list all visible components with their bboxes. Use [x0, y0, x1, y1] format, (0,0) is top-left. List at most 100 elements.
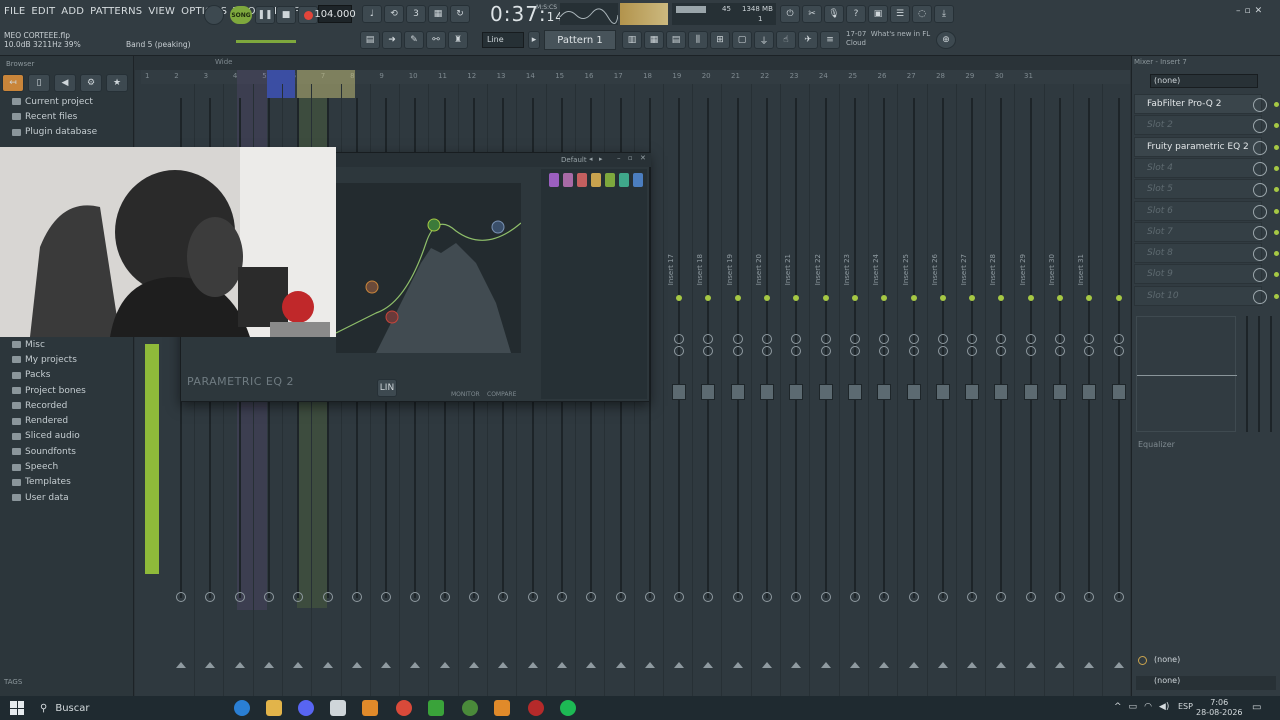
plugin-monitor-button[interactable]: MONITOR — [451, 391, 480, 398]
insert-label[interactable]: Insert 23 — [843, 254, 867, 285]
channel-active-led[interactable] — [998, 295, 1005, 301]
ruler-tick-label[interactable]: 28 — [936, 72, 945, 80]
playlist-icon[interactable]: ▥ — [622, 31, 642, 49]
stereo-knob-icon[interactable] — [791, 346, 802, 356]
route-arrow-icon[interactable] — [1025, 662, 1036, 668]
mixer-channel[interactable] — [1046, 84, 1074, 696]
route-knob-icon[interactable] — [351, 592, 362, 602]
stereo-knob-icon[interactable] — [674, 346, 685, 356]
channel-active-led[interactable] — [939, 295, 946, 301]
route-knob-icon[interactable] — [791, 592, 802, 602]
route-arrow-icon[interactable] — [205, 662, 216, 668]
route-knob-icon[interactable] — [879, 592, 890, 602]
insert-label[interactable]: Insert 28 — [989, 254, 1013, 285]
ruler-tick-label[interactable]: 14 — [526, 72, 535, 80]
channel-active-led[interactable] — [1086, 295, 1093, 301]
route-arrow-icon[interactable] — [644, 662, 655, 668]
slot-mix-knob-icon[interactable] — [1253, 119, 1267, 134]
channel-active-led[interactable] — [851, 295, 858, 301]
pan-knob-icon[interactable] — [1055, 334, 1065, 344]
slot-mix-knob-icon[interactable] — [1253, 161, 1267, 176]
route-knob-icon[interactable] — [967, 592, 978, 602]
stereo-knob-icon[interactable] — [967, 346, 978, 356]
menu-patterns[interactable]: PATTERNS — [90, 6, 142, 17]
save-icon[interactable]: ▣ — [868, 5, 888, 23]
ruler-tick-label[interactable]: 26 — [878, 72, 887, 80]
insert-label[interactable]: Insert 21 — [784, 254, 808, 285]
volume-fader[interactable] — [965, 384, 980, 400]
obs-icon[interactable] — [528, 700, 544, 716]
browser-item[interactable]: Speech — [0, 459, 134, 474]
countdown-icon[interactable]: 3 — [406, 5, 426, 23]
volume-fader[interactable] — [760, 384, 774, 400]
channel-active-led[interactable] — [1057, 295, 1063, 301]
mixer-channel[interactable] — [782, 84, 811, 696]
windows-start-icon[interactable] — [10, 701, 24, 715]
snap-select[interactable]: Line — [482, 32, 524, 48]
ruler-tick-label[interactable]: 13 — [497, 72, 506, 80]
ruler-tick-label[interactable]: 29 — [965, 72, 974, 80]
pan-knob-icon[interactable] — [732, 334, 743, 344]
browser-item[interactable]: Misc — [0, 337, 134, 352]
ruler-tick-label[interactable]: 10 — [409, 72, 418, 80]
volume-fader[interactable] — [994, 384, 1009, 400]
route-knob-icon[interactable] — [644, 592, 655, 602]
route-knob-icon[interactable] — [908, 592, 919, 602]
help-icon[interactable]: ? — [846, 5, 866, 23]
ruler-tick-label[interactable]: 24 — [819, 72, 828, 80]
route-knob-icon[interactable] — [703, 592, 714, 602]
route-knob-icon[interactable] — [849, 592, 860, 602]
channel-active-led[interactable] — [676, 295, 683, 301]
browser-item[interactable]: Project bones — [0, 383, 134, 398]
mixer-channel[interactable] — [1017, 84, 1045, 696]
volume-fader[interactable] — [701, 384, 716, 400]
band-4-color[interactable] — [591, 173, 601, 187]
chrome-icon[interactable] — [396, 700, 412, 716]
channel-active-led[interactable] — [822, 295, 829, 301]
mixer-channel[interactable] — [724, 84, 752, 696]
pattern-arrow-icon[interactable]: ▸ — [528, 31, 540, 49]
stereo-knob-icon[interactable] — [820, 346, 831, 356]
pan-knob-icon[interactable] — [879, 334, 890, 344]
route-knob-icon[interactable] — [527, 592, 538, 602]
browser-item[interactable]: Plugin database — [0, 125, 134, 140]
pan-knob-icon[interactable] — [674, 334, 685, 344]
route-knob-icon[interactable] — [263, 592, 274, 602]
piano-roll-icon[interactable]: ▦ — [644, 31, 664, 49]
pencil-icon[interactable]: ✎ — [404, 31, 424, 49]
effect-slot[interactable]: Slot 5 — [1134, 179, 1279, 200]
slot-enable-led[interactable] — [1274, 187, 1279, 193]
volume-fader[interactable] — [1082, 384, 1097, 400]
volume-fader[interactable] — [906, 384, 921, 400]
route-arrow-icon[interactable] — [410, 662, 421, 668]
browser-item[interactable]: Recent files — [0, 109, 134, 124]
route-knob-icon[interactable] — [586, 592, 597, 602]
route-arrow-icon[interactable] — [293, 662, 304, 668]
ruler-tick-label[interactable]: 3 — [204, 72, 208, 80]
mixer-channel[interactable] — [841, 84, 869, 696]
route-arrow-icon[interactable] — [351, 662, 362, 668]
stereo-knob-icon[interactable] — [937, 346, 948, 356]
slot-mix-knob-icon[interactable] — [1253, 98, 1267, 112]
taskbar-search[interactable]: ⚲ Buscar — [34, 698, 224, 718]
volume-fader[interactable] — [1023, 384, 1038, 400]
browser-file-icon[interactable]: ▯ — [28, 74, 50, 92]
slot-enable-led[interactable] — [1274, 165, 1279, 171]
download-icon[interactable]: ⤓ — [934, 5, 954, 23]
browser-item[interactable]: Soundfonts — [0, 444, 134, 459]
ruler-tick-label[interactable]: 17 — [614, 72, 623, 80]
band-1-color[interactable] — [549, 173, 559, 187]
ruler-tick-label[interactable]: 31 — [1024, 72, 1033, 80]
route-knob-icon[interactable] — [234, 592, 245, 602]
channel-active-led[interactable] — [1115, 295, 1122, 301]
cut-icon[interactable]: ✂ — [802, 5, 822, 23]
route-knob-icon[interactable] — [1055, 592, 1065, 602]
prev-preset-icon[interactable]: ◂ — [589, 155, 593, 163]
slot-mix-knob-icon[interactable] — [1253, 268, 1267, 283]
browser-item[interactable]: User data — [0, 490, 134, 505]
tray-network-icon[interactable]: ▭ — [1129, 702, 1138, 712]
channel-active-led[interactable] — [734, 295, 741, 301]
pan-knob-icon[interactable] — [996, 334, 1007, 344]
route-knob-icon[interactable] — [996, 592, 1007, 602]
eq-band-faders[interactable] — [1240, 316, 1278, 432]
